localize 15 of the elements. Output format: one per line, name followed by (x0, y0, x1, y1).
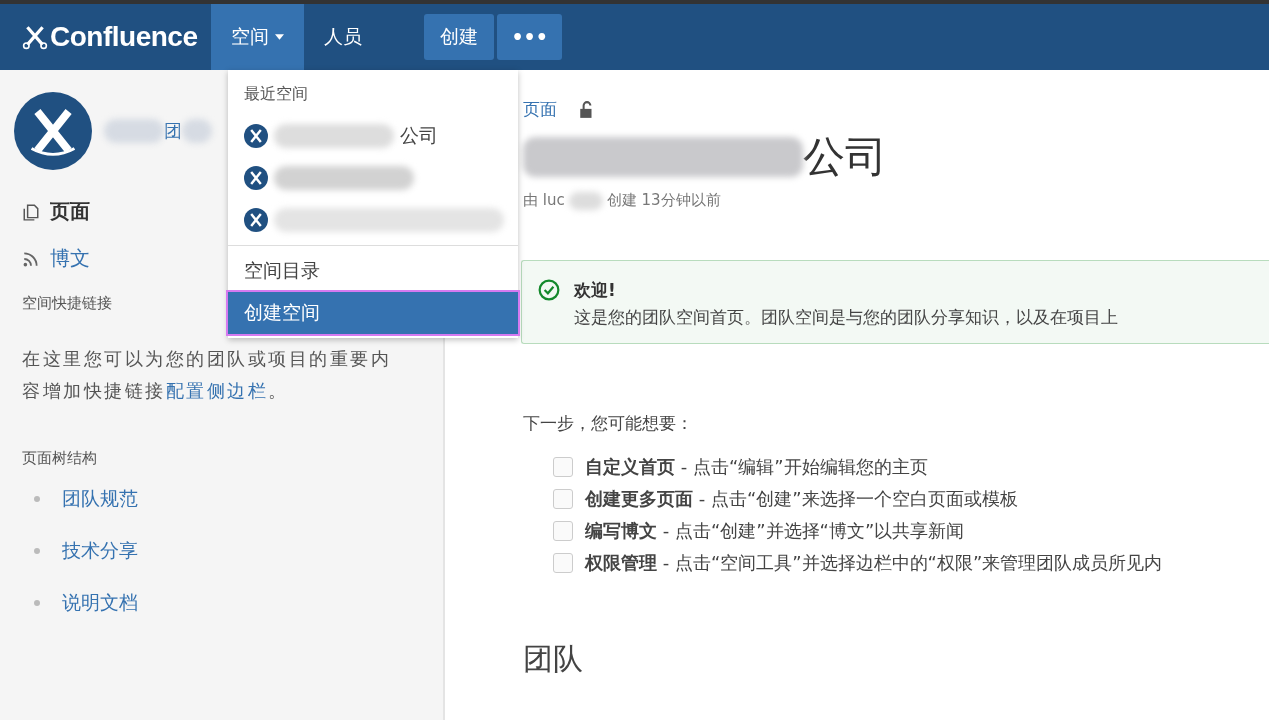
menu-section-title: 最近空间 (243, 83, 309, 105)
task-text: 创建更多页面 - 点击“创建”来选择一个空白页面或模板 (585, 487, 1018, 511)
next-steps-title: 下一步，您可能想要： (523, 412, 694, 435)
team-heading: 团队 (523, 640, 584, 678)
shortcuts-text: 在这里您可以为您的团队或项目的重要内容增加快捷链接配置侧边栏。 (22, 347, 392, 403)
welcome-text: 这是您的团队空间首页。团队空间是与您的团队分享知识，以及在项目上 (574, 306, 1118, 329)
created-time: 创建 13分钟以前 (606, 191, 721, 210)
section-title: 页面树结构 (22, 449, 97, 468)
author-text: 由 luc (523, 191, 565, 210)
welcome-title: 欢迎! (574, 279, 617, 302)
page-title: 公司 (803, 131, 887, 183)
task-text: 自定义首页 - 点击“编辑”开始编辑您的主页 (585, 455, 928, 479)
task-text: 编写博文 - 点击“创建”并选择“博文”以共享新闻 (585, 519, 965, 543)
task-text: 权限管理 - 点击“空间工具”并选择边栏中的“权限”来管理团队成员所见内 (585, 551, 1163, 575)
section-title: 空间快捷链接 (22, 294, 112, 313)
